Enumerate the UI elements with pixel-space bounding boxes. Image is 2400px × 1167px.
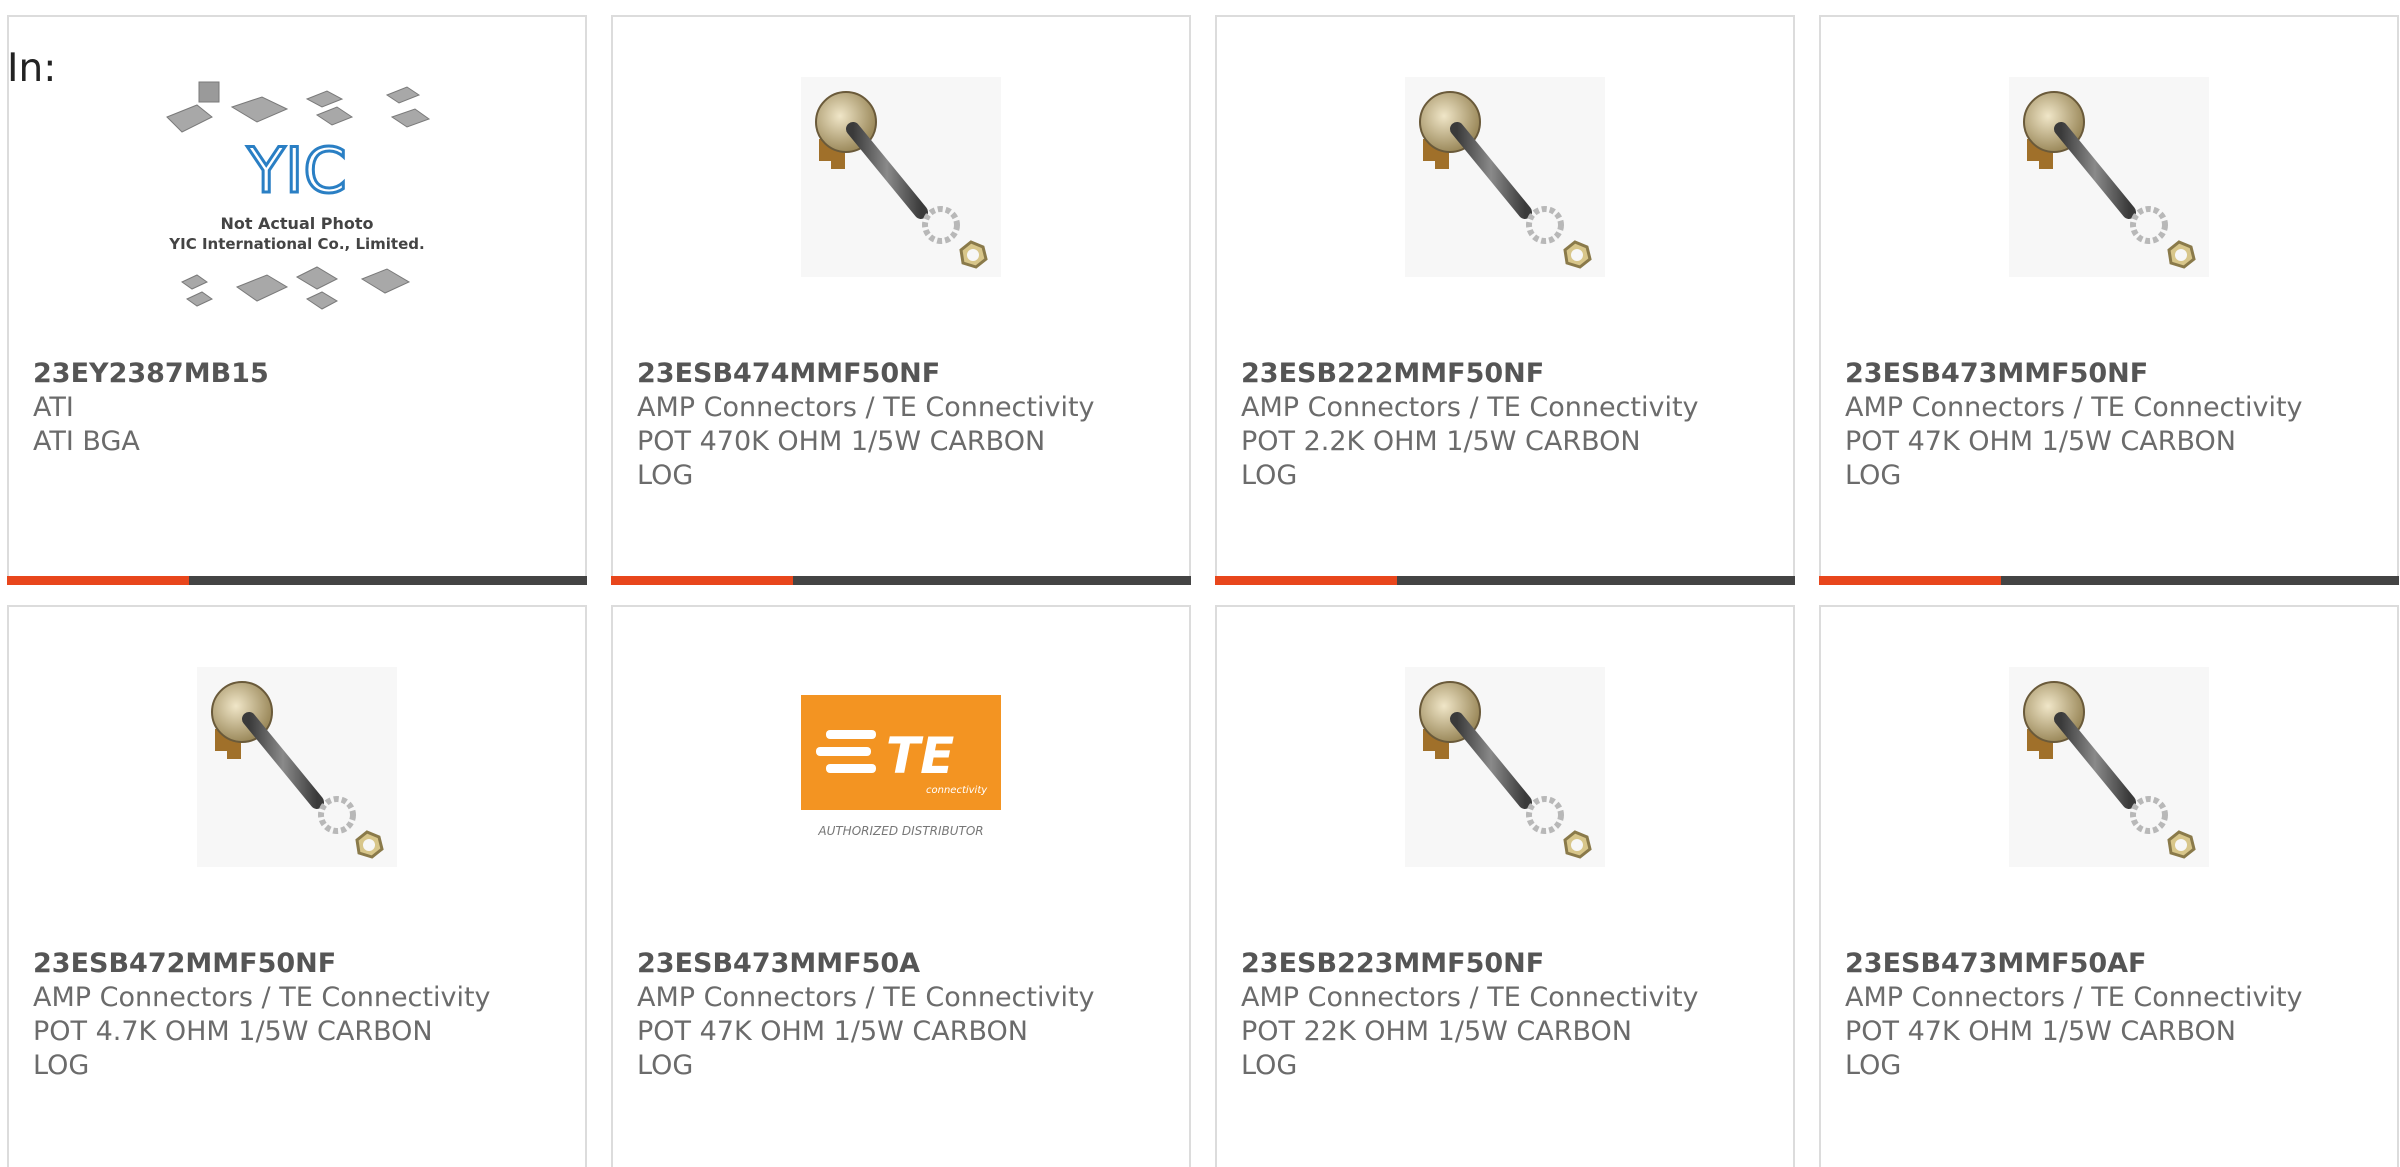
part-number-link[interactable]: 23ESB222MMF50NF — [1241, 357, 1769, 391]
product-card[interactable]: TE connectivity AUTHORIZED DISTRIBUTOR 2… — [611, 605, 1191, 1167]
description: POT 2.2K OHM 1/5W CARBON LOG — [1241, 426, 1641, 491]
svg-text:AUTHORIZED DISTRIBUTOR: AUTHORIZED DISTRIBUTOR — [817, 824, 983, 838]
description: POT 47K OHM 1/5W CARBON LOG — [1845, 426, 2236, 491]
product-info: 23ESB473MMF50AF AMP Connectors / TE Conn… — [1845, 947, 2373, 1083]
potentiometer-image — [2009, 77, 2209, 277]
product-image — [1217, 667, 1793, 947]
product-image: YIC Not Actual Photo YIC International C… — [9, 77, 585, 357]
card-bottom-bar — [1819, 576, 2399, 585]
manufacturer: ATI — [33, 392, 74, 423]
in-label: In: — [7, 46, 57, 91]
potentiometer-image — [801, 77, 1001, 277]
card-bottom-bar — [7, 576, 587, 585]
product-info: 23ESB223MMF50NF AMP Connectors / TE Conn… — [1241, 947, 1769, 1083]
product-card[interactable]: 23ESB472MMF50NF AMP Connectors / TE Conn… — [7, 605, 587, 1167]
product-image — [9, 667, 585, 947]
potentiometer-image — [1405, 77, 1605, 277]
manufacturer: AMP Connectors / TE Connectivity — [1241, 392, 1699, 423]
part-number-link[interactable]: 23ESB472MMF50NF — [33, 947, 561, 981]
product-info: 23ESB472MMF50NF AMP Connectors / TE Conn… — [33, 947, 561, 1083]
manufacturer: AMP Connectors / TE Connectivity — [1845, 392, 2303, 423]
product-image — [613, 77, 1189, 357]
manufacturer: AMP Connectors / TE Connectivity — [637, 392, 1095, 423]
part-number-link[interactable]: 23ESB223MMF50NF — [1241, 947, 1769, 981]
svg-text:TE: TE — [886, 727, 954, 785]
product-card[interactable]: YIC Not Actual Photo YIC International C… — [7, 15, 587, 585]
card-accent — [611, 576, 793, 585]
svg-text:Not Actual Photo: Not Actual Photo — [220, 214, 373, 233]
part-number-link[interactable]: 23ESB474MMF50NF — [637, 357, 1165, 391]
product-info: 23ESB473MMF50NF AMP Connectors / TE Conn… — [1845, 357, 2373, 493]
manufacturer: AMP Connectors / TE Connectivity — [1845, 982, 2303, 1013]
potentiometer-image — [197, 667, 397, 867]
product-image: TE connectivity AUTHORIZED DISTRIBUTOR — [613, 695, 1189, 975]
description: ATI BGA — [33, 426, 140, 457]
manufacturer: AMP Connectors / TE Connectivity — [33, 982, 491, 1013]
product-card[interactable]: 23ESB222MMF50NF AMP Connectors / TE Conn… — [1215, 15, 1795, 585]
product-card[interactable]: 23ESB223MMF50NF AMP Connectors / TE Conn… — [1215, 605, 1795, 1167]
part-number-link[interactable]: 23ESB473MMF50A — [637, 947, 1165, 981]
potentiometer-image — [2009, 667, 2209, 867]
card-accent — [1215, 576, 1397, 585]
card-accent — [7, 576, 189, 585]
potentiometer-image — [1405, 667, 1605, 867]
product-image — [1821, 667, 2397, 947]
manufacturer: AMP Connectors / TE Connectivity — [637, 982, 1095, 1013]
svg-text:YIC International Co., Limited: YIC International Co., Limited. — [168, 235, 424, 253]
description: POT 47K OHM 1/5W CARBON LOG — [1845, 1016, 2236, 1081]
card-bottom-bar — [611, 576, 1191, 585]
product-info: 23ESB222MMF50NF AMP Connectors / TE Conn… — [1241, 357, 1769, 493]
product-image — [1217, 77, 1793, 357]
te-logo-image: TE connectivity AUTHORIZED DISTRIBUTOR — [801, 695, 1001, 838]
product-image — [1821, 77, 2397, 357]
product-grid: YIC Not Actual Photo YIC International C… — [7, 15, 2400, 1167]
description: POT 4.7K OHM 1/5W CARBON LOG — [33, 1016, 433, 1081]
product-card[interactable]: 23ESB473MMF50AF AMP Connectors / TE Conn… — [1819, 605, 2399, 1167]
description: POT 47K OHM 1/5W CARBON LOG — [637, 1016, 1028, 1081]
product-card[interactable]: 23ESB474MMF50NF AMP Connectors / TE Conn… — [611, 15, 1191, 585]
description: POT 22K OHM 1/5W CARBON LOG — [1241, 1016, 1632, 1081]
manufacturer: AMP Connectors / TE Connectivity — [1241, 982, 1699, 1013]
product-info: 23ESB473MMF50A AMP Connectors / TE Conne… — [637, 947, 1165, 1083]
product-info: 23EY2387MB15 ATI ATI BGA — [33, 357, 561, 459]
svg-text:YIC: YIC — [246, 134, 346, 207]
yic-placeholder-image: YIC Not Actual Photo YIC International C… — [166, 81, 431, 310]
product-info: 23ESB474MMF50NF AMP Connectors / TE Conn… — [637, 357, 1165, 493]
part-number-link[interactable]: 23EY2387MB15 — [33, 357, 561, 391]
product-grid-page: In: YIC Not Actual Photo YIC Internation… — [0, 0, 2400, 1167]
product-card[interactable]: 23ESB473MMF50NF AMP Connectors / TE Conn… — [1819, 15, 2399, 585]
card-bottom-bar — [1215, 576, 1795, 585]
card-accent — [1819, 576, 2001, 585]
part-number-link[interactable]: 23ESB473MMF50NF — [1845, 357, 2373, 391]
part-number-link[interactable]: 23ESB473MMF50AF — [1845, 947, 2373, 981]
description: POT 470K OHM 1/5W CARBON LOG — [637, 426, 1046, 491]
svg-text:connectivity: connectivity — [926, 785, 988, 796]
